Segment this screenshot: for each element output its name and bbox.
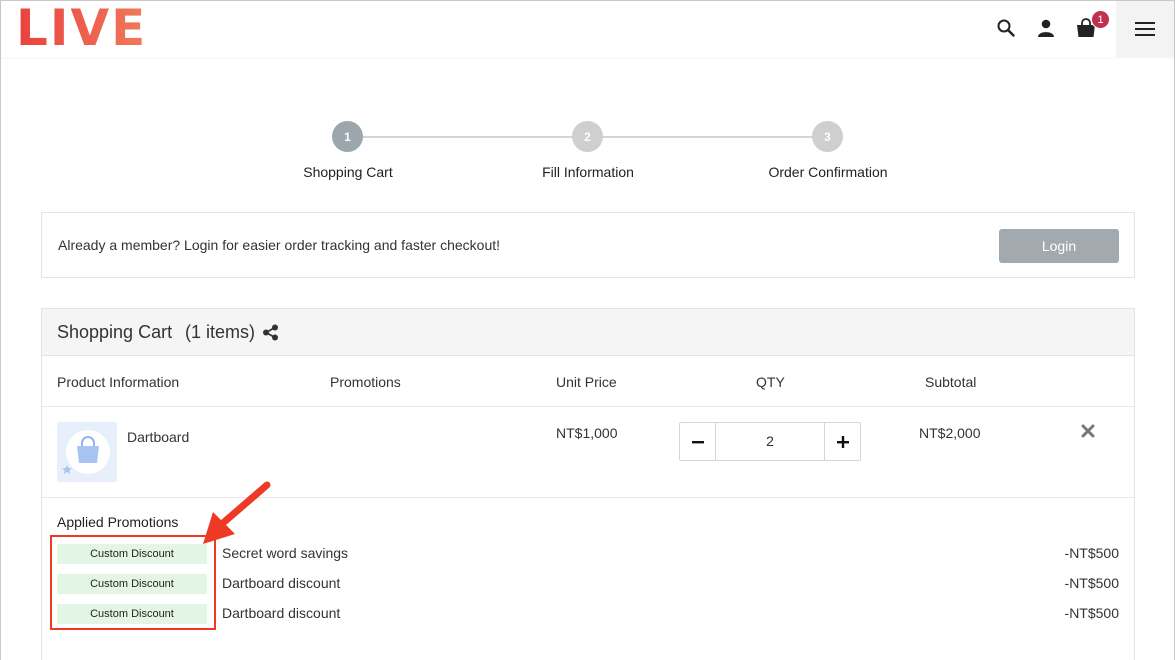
promotion-amount: -NT$500 bbox=[1064, 575, 1119, 591]
product-thumbnail[interactable] bbox=[57, 422, 117, 482]
remove-item-icon[interactable] bbox=[1081, 424, 1095, 443]
cart-item-count: (1 items) bbox=[185, 322, 256, 342]
login-button[interactable]: Login bbox=[999, 229, 1119, 263]
promotion-row: Custom Discount Dartboard discount -NT$5… bbox=[57, 574, 1119, 596]
plus-icon bbox=[836, 435, 849, 448]
promotion-amount: -NT$500 bbox=[1064, 605, 1119, 621]
product-name[interactable]: Dartboard bbox=[127, 429, 189, 445]
step-2-label: Fill Information bbox=[542, 164, 634, 180]
quantity-stepper: 2 bbox=[679, 422, 861, 461]
column-header-unit-price: Unit Price bbox=[556, 374, 617, 390]
hamburger-menu-button[interactable] bbox=[1116, 1, 1174, 57]
member-login-banner: Already a member? Login for easier order… bbox=[41, 212, 1135, 278]
step-3-circle: 3 bbox=[812, 121, 843, 152]
decrease-quantity-button[interactable] bbox=[680, 423, 716, 460]
quantity-value[interactable]: 2 bbox=[716, 423, 824, 460]
step-1-circle: 1 bbox=[332, 121, 363, 152]
product-unit-price: NT$1,000 bbox=[556, 425, 618, 441]
stepper-connector bbox=[603, 136, 813, 138]
search-icon[interactable] bbox=[993, 15, 1019, 41]
annotation-arrow bbox=[203, 481, 271, 544]
product-subtotal: NT$2,000 bbox=[919, 425, 981, 441]
promotion-description: Dartboard discount bbox=[222, 605, 341, 621]
site-header: LIVE 1 bbox=[1, 1, 1174, 57]
share-icon[interactable] bbox=[262, 324, 279, 346]
step-3-label: Order Confirmation bbox=[768, 164, 888, 180]
cart-count-badge: 1 bbox=[1091, 10, 1110, 29]
minus-icon bbox=[691, 440, 704, 443]
row-divider bbox=[42, 406, 1134, 407]
promotion-row: Custom Discount Dartboard discount -NT$5… bbox=[57, 604, 1119, 626]
applied-promotions-title: Applied Promotions bbox=[57, 514, 179, 530]
stepper-connector bbox=[363, 136, 573, 138]
user-icon[interactable] bbox=[1033, 15, 1059, 41]
step-1-label: Shopping Cart bbox=[303, 164, 393, 180]
annotation-highlight-box bbox=[50, 535, 216, 630]
increase-quantity-button[interactable] bbox=[824, 423, 860, 460]
promotion-description: Dartboard discount bbox=[222, 575, 341, 591]
promotion-amount: -NT$500 bbox=[1064, 545, 1119, 561]
site-logo[interactable]: LIVE bbox=[16, 3, 147, 53]
column-header-product: Product Information bbox=[57, 374, 180, 390]
hamburger-menu-icon bbox=[1135, 22, 1155, 36]
cart-header: Shopping Cart (1 items) bbox=[42, 309, 1134, 356]
column-header-qty: QTY bbox=[756, 374, 785, 390]
column-header-promotions: Promotions bbox=[330, 374, 401, 390]
cart-title: Shopping Cart bbox=[57, 322, 173, 342]
step-2-circle: 2 bbox=[572, 121, 603, 152]
login-prompt-text: Already a member? Login for easier order… bbox=[58, 237, 501, 253]
column-header-subtotal: Subtotal bbox=[925, 374, 977, 390]
